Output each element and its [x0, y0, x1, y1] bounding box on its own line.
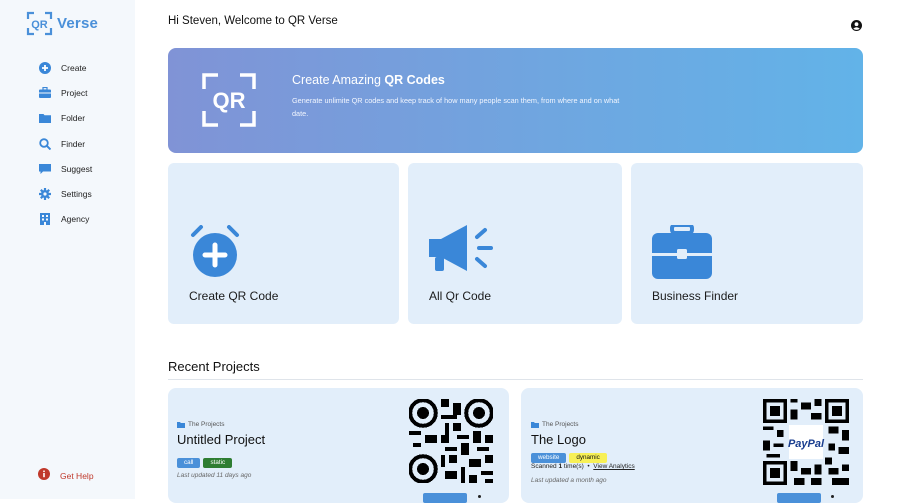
project-title: Untitled Project	[177, 432, 266, 447]
sidebar-item-folder[interactable]: Folder	[38, 106, 92, 131]
gear-icon	[38, 188, 51, 201]
all-qr-code-card[interactable]: All Qr Code	[408, 163, 622, 324]
tag-badge: dynamic	[569, 452, 607, 463]
sidebar-item-label: Folder	[61, 113, 86, 124]
project-folder-label: The Projects	[542, 421, 579, 428]
project-folder: The Projects	[531, 421, 579, 428]
more-options-icon[interactable]	[831, 495, 834, 498]
qr-frame-icon: QR	[202, 73, 256, 132]
building-icon	[38, 213, 51, 226]
project-action-button[interactable]	[777, 493, 821, 503]
sidebar-item-suggest[interactable]: Suggest	[38, 156, 92, 181]
sidebar-item-label: Create	[61, 62, 87, 73]
project-tags: call static	[177, 451, 235, 469]
project-tags: website dynamic	[531, 446, 610, 464]
create-qr-code-card[interactable]: Create QR Code	[168, 163, 399, 324]
megaphone-icon	[429, 225, 497, 282]
folder-icon	[177, 421, 185, 428]
project-last-updated: Last updated a month ago	[531, 477, 607, 484]
project-card[interactable]: The Projects Untitled Project call static…	[168, 388, 509, 503]
logo[interactable]: QR Verse	[26, 11, 98, 36]
sidebar-item-label: Finder	[61, 138, 86, 149]
project-action-button[interactable]	[423, 493, 467, 503]
scan-stats: Scanned 1 time(s) • View Analytics	[531, 463, 635, 470]
sidebar-item-settings[interactable]: Settings	[38, 181, 92, 206]
hero-title: Create Amazing QR Codes	[292, 73, 445, 87]
info-icon	[38, 467, 50, 485]
sidebar-item-create[interactable]: Create	[38, 55, 92, 80]
sidebar-item-finder[interactable]: Finder	[38, 131, 92, 156]
card-label: All Qr Code	[429, 289, 492, 303]
tag-badge: static	[203, 457, 233, 468]
card-label: Create QR Code	[189, 289, 279, 303]
alarm-plus-icon	[189, 225, 241, 282]
project-folder: The Projects	[177, 421, 225, 428]
business-finder-card[interactable]: Business Finder	[631, 163, 863, 324]
search-icon	[38, 137, 51, 150]
card-label: Business Finder	[652, 289, 739, 303]
folder-icon	[38, 112, 51, 125]
get-help-link[interactable]: Get Help	[38, 467, 94, 485]
hero-banner: QR Create Amazing QR Codes Generate unli…	[168, 48, 863, 153]
briefcase-icon	[38, 86, 51, 99]
project-last-updated: Last updated 11 days ago	[177, 472, 252, 479]
sidebar-item-project[interactable]: Project	[38, 80, 92, 105]
sidebar-item-label: Suggest	[61, 163, 93, 174]
svg-text:QR: QR	[31, 19, 48, 31]
tag-badge: website	[531, 452, 567, 463]
view-analytics-link[interactable]: View Analytics	[593, 463, 634, 470]
comment-icon	[38, 162, 51, 175]
qr-code-image[interactable]	[408, 398, 494, 488]
sidebar-nav: Create Project Folder Finder Suggest Set…	[38, 55, 92, 232]
project-card[interactable]: The Projects The Logo website dynamic Sca…	[521, 388, 863, 503]
sidebar-item-agency[interactable]: Agency	[38, 207, 92, 232]
page-greeting: Hi Steven, Welcome to QR Verse	[168, 15, 338, 27]
project-folder-label: The Projects	[188, 421, 225, 428]
paypal-qr-code-image[interactable]: PayPal	[763, 399, 849, 490]
hero-description: Generate unlimite QR codes and keep trac…	[292, 96, 620, 118]
svg-text:QR: QR	[213, 88, 246, 113]
tag-badge: call	[177, 457, 201, 468]
sidebar-item-label: Agency	[61, 214, 90, 225]
paypal-logo: PayPal	[788, 438, 825, 450]
toolbox-icon	[652, 223, 712, 284]
recent-projects-heading: Recent Projects	[168, 359, 260, 374]
logo-text: Verse	[57, 15, 99, 32]
project-title: The Logo	[531, 432, 586, 447]
folder-icon	[531, 421, 539, 428]
sidebar-item-label: Settings	[61, 189, 92, 200]
divider	[168, 379, 863, 380]
sidebar-item-label: Project	[61, 87, 88, 98]
plus-circle-icon	[38, 61, 51, 74]
user-circle-icon[interactable]	[851, 18, 862, 36]
sidebar: QR Verse Create Project Folder Finder Su…	[0, 0, 135, 499]
get-help-label: Get Help	[60, 471, 94, 481]
more-options-icon[interactable]	[478, 495, 481, 498]
qr-logo-icon: QR	[26, 11, 53, 36]
